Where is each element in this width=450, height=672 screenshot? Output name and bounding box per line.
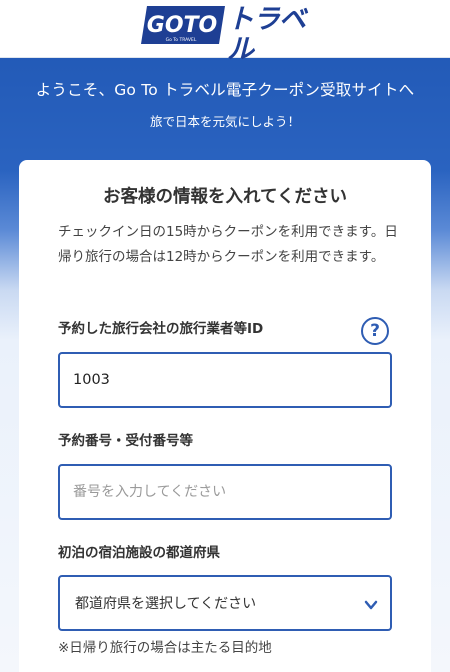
agency-id-field-box: [58, 352, 392, 408]
chevron-down-icon: [364, 597, 378, 611]
coupon-usage-notice: チェックイン日の15時からクーポンを利用できます。日帰り旅行の場合は12時からク…: [58, 224, 398, 265]
prefecture-label: 初泊の宿泊施設の都道府県: [58, 545, 220, 561]
tagline-text: 旅で日本を元気にしよう！: [149, 114, 300, 129]
form-title: お客様の情報を入れてください: [103, 187, 347, 207]
logo-goto-text: GOTO: [147, 13, 217, 38]
welcome-banner: ようこそ、Go To トラベル電子クーポン受取サイトへ 旅で日本を元気にしよう！: [0, 58, 450, 158]
prefecture-select[interactable]: 都道府県を選択してください: [58, 575, 392, 631]
welcome-text: ようこそ、Go To トラベル電子クーポン受取サイトへ: [35, 81, 415, 99]
goto-logo-mark: GOTO Go To TRAVEL: [141, 4, 225, 44]
day-trip-note: ※日帰り旅行の場合は主たる目的地: [58, 640, 272, 656]
agency-id-label: 予約した旅行会社の旅行業者等ID: [58, 321, 264, 337]
reservation-number-input[interactable]: [60, 466, 390, 518]
reservation-number-field-box: [58, 464, 392, 520]
top-header: GOTO Go To TRAVEL トラベル: [0, 0, 450, 65]
reservation-number-label: 予約番号・受付番号等: [58, 433, 193, 449]
agency-id-input[interactable]: [60, 354, 390, 406]
goto-travel-logo[interactable]: GOTO Go To TRAVEL トラベル: [141, 0, 311, 65]
logo-kana-text: トラベル: [227, 4, 306, 65]
prefecture-selected-value: 都道府県を選択してください: [75, 596, 257, 612]
logo-subtext: Go To TRAVEL: [166, 37, 197, 43]
help-icon[interactable]: ?: [361, 317, 389, 345]
customer-info-card: お客様の情報を入れてください チェックイン日の15時からクーポンを利用できます。…: [19, 160, 431, 672]
